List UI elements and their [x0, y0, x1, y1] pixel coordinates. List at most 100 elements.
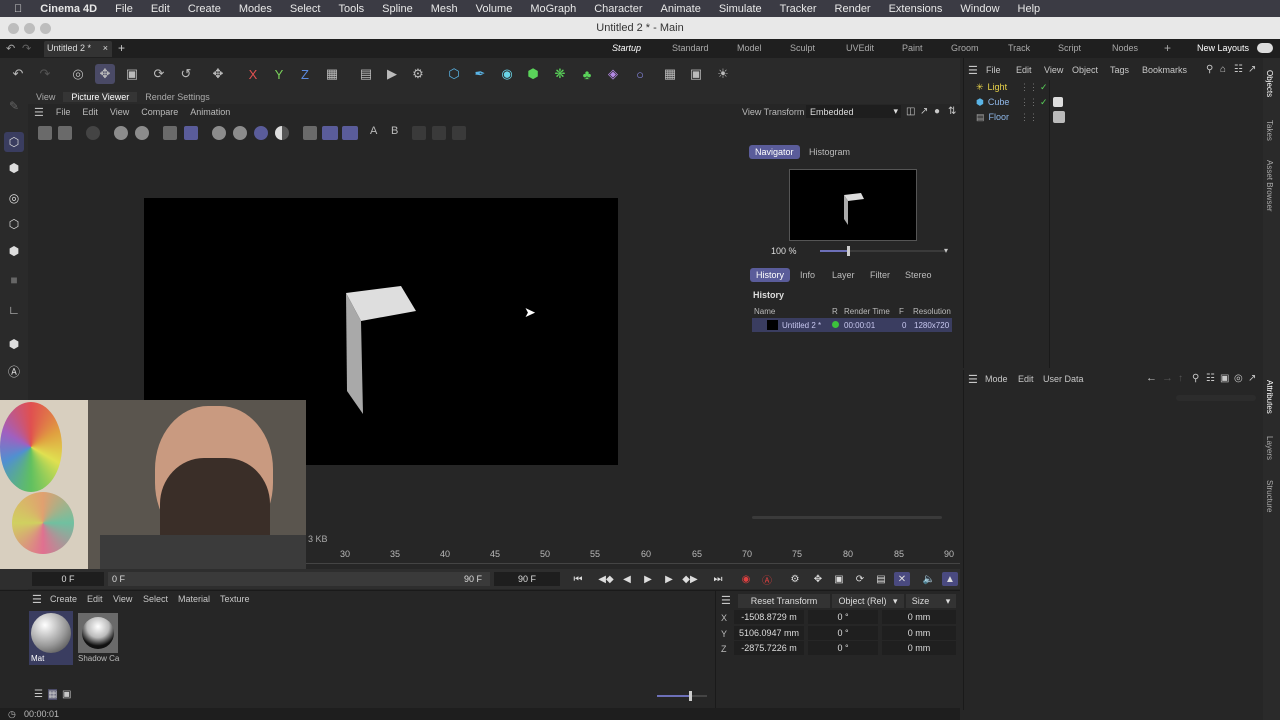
key-scale-icon[interactable]: ▣ — [831, 572, 847, 586]
side-tab-asset-browser[interactable]: Asset Browser — [1265, 160, 1274, 212]
search-icon[interactable]: ⚲ — [1192, 373, 1199, 384]
tab-history[interactable]: History — [750, 268, 791, 282]
coordinate-mode-select[interactable]: Object (Rel) ▾ — [832, 594, 904, 608]
menu-window[interactable]: Window — [951, 3, 1008, 15]
new-layouts-button[interactable]: New Layouts — [1197, 43, 1249, 53]
close-window-button[interactable] — [8, 23, 19, 34]
pv-menu-view[interactable]: View — [104, 107, 135, 117]
rotation-x-field[interactable]: 0 ° — [808, 610, 878, 624]
material-swatch-mat[interactable]: Mat — [29, 611, 73, 665]
texture-mode-icon[interactable]: ⬢ — [4, 158, 24, 178]
key-pla-icon[interactable]: ✕ — [894, 572, 910, 586]
tab-filter[interactable]: Filter — [864, 268, 896, 282]
add-layout-icon[interactable]: + — [1164, 41, 1171, 55]
rotation-z-field[interactable]: 0 ° — [808, 641, 878, 655]
snap-icon[interactable]: ⬢ — [4, 334, 24, 354]
coordinate-system-icon[interactable]: ▦ — [322, 64, 342, 84]
tab-view[interactable]: View — [28, 92, 63, 102]
visibility-dots-icon[interactable]: ⋮⋮ — [1020, 112, 1038, 123]
navigator-thumbnail[interactable] — [789, 169, 917, 241]
blue-channel-icon[interactable] — [254, 126, 268, 140]
field-icon[interactable]: ○ — [630, 64, 650, 84]
hamburger-icon[interactable]: ☰ — [968, 64, 978, 77]
floor-grid-icon[interactable]: ▦ — [660, 64, 680, 84]
selection-tool-icon[interactable]: ◎ — [68, 64, 88, 84]
obj-menu-tags[interactable]: Tags — [1110, 65, 1129, 75]
tab-info[interactable]: Info — [794, 268, 821, 282]
list-view-icon[interactable]: ☰ — [34, 689, 43, 700]
save-icon[interactable] — [58, 126, 72, 140]
zoom-value[interactable]: 100 % — [771, 246, 797, 256]
hamburger-icon[interactable]: ☰ — [721, 594, 731, 607]
object-row-cube[interactable]: ⬢ Cube ⋮⋮ ✓ — [976, 95, 1063, 109]
axis-mode-icon[interactable]: ∟ — [4, 300, 24, 320]
pv-menu-compare[interactable]: Compare — [135, 107, 184, 117]
reset-transform-button[interactable]: Reset Transform — [738, 594, 830, 608]
paint-icon[interactable]: ✎ — [4, 96, 24, 116]
menu-edit[interactable]: Edit — [142, 3, 179, 15]
tab-stereo[interactable]: Stereo — [899, 268, 938, 282]
play-icon[interactable]: ▶ — [640, 572, 656, 586]
compare-a-icon[interactable] — [322, 126, 338, 140]
layout-sculpt[interactable]: Sculpt — [790, 43, 815, 53]
side-tab-objects[interactable]: Objects — [1265, 70, 1274, 97]
points-mode-icon[interactable]: ◎ — [4, 188, 24, 208]
app-menu[interactable]: Cinema 4D — [31, 3, 106, 15]
size-z-field[interactable]: 0 mm — [882, 641, 956, 655]
lock-icon[interactable]: ▣ — [1220, 373, 1229, 384]
mat-menu-texture[interactable]: Texture — [220, 594, 250, 604]
redo-icon[interactable]: ↷ — [22, 42, 31, 55]
obj-menu-object[interactable]: Object — [1072, 65, 1098, 75]
menu-help[interactable]: Help — [1009, 3, 1050, 15]
side-tab-structure[interactable]: Structure — [1265, 480, 1274, 512]
add-tab-icon[interactable]: + — [118, 41, 125, 55]
object-row-floor[interactable]: ▤ Floor ⋮⋮ — [976, 110, 1065, 124]
zoom-window-button[interactable] — [40, 23, 51, 34]
menu-volume[interactable]: Volume — [467, 3, 522, 15]
zoom-dropdown-icon[interactable]: ▾ — [944, 246, 948, 255]
split-view-icon[interactable]: ◫ — [906, 106, 915, 117]
column-f[interactable]: F — [899, 307, 904, 316]
go-to-end-icon[interactable]: ⏭ — [710, 572, 726, 586]
expand-icon[interactable]: ↗ — [1248, 373, 1256, 384]
home-icon[interactable]: ⌂ — [1220, 64, 1226, 75]
pv-menu-file[interactable]: File — [50, 107, 77, 117]
transform-tool-icon[interactable]: ✥ — [208, 64, 228, 84]
position-y-field[interactable]: 5106.0947 mm — [734, 626, 804, 640]
spline-pen-icon[interactable]: ✒ — [470, 64, 490, 84]
size-x-field[interactable]: 0 mm — [882, 610, 956, 624]
current-frame-field[interactable]: 0 F — [32, 572, 104, 586]
column-render-time[interactable]: Render Time — [844, 307, 890, 316]
hamburger-icon[interactable]: ☰ — [968, 373, 978, 386]
menu-animate[interactable]: Animate — [651, 3, 709, 15]
mat-menu-view[interactable]: View — [113, 594, 132, 604]
overlay-icon[interactable] — [452, 126, 466, 140]
y-axis-lock[interactable]: Y — [269, 64, 289, 84]
recent-tools-icon[interactable]: ↺ — [176, 64, 196, 84]
minimize-window-button[interactable] — [24, 23, 35, 34]
redo-icon[interactable]: ↷ — [35, 64, 55, 84]
menu-extensions[interactable]: Extensions — [880, 3, 952, 15]
menu-character[interactable]: Character — [585, 3, 651, 15]
close-tab-icon[interactable]: × — [103, 43, 108, 53]
layout-uvedit[interactable]: UVEdit — [846, 43, 874, 53]
attr-menu-mode[interactable]: Mode — [985, 374, 1008, 384]
go-to-start-icon[interactable]: ⏮ — [570, 572, 586, 586]
alpha-channel-icon[interactable] — [275, 126, 289, 140]
menu-simulate[interactable]: Simulate — [710, 3, 771, 15]
history-row[interactable]: Untitled 2 * 00:00:01 0 1280x720 — [752, 318, 952, 332]
obj-menu-view[interactable]: View — [1044, 65, 1063, 75]
record-icon[interactable]: ◉ — [738, 572, 754, 586]
move-tool-icon[interactable]: ✥ — [95, 64, 115, 84]
layout-nodes[interactable]: Nodes — [1112, 43, 1138, 53]
column-r[interactable]: R — [832, 307, 838, 316]
uv-mode-icon[interactable]: ■ — [4, 270, 24, 290]
layout-groom[interactable]: Groom — [951, 43, 979, 53]
filter-icon[interactable]: ☷ — [1206, 373, 1215, 384]
large-view-icon[interactable]: ▣ — [62, 689, 71, 700]
enabled-check-icon[interactable]: ✓ — [1040, 97, 1048, 108]
rotation-y-field[interactable]: 0 ° — [808, 626, 878, 640]
position-x-field[interactable]: -1508.8729 m — [734, 610, 804, 624]
tab-histogram[interactable]: Histogram — [803, 145, 856, 159]
timeline-ruler[interactable]: 30 35 40 45 50 55 60 65 70 75 80 85 90 — [306, 545, 960, 569]
